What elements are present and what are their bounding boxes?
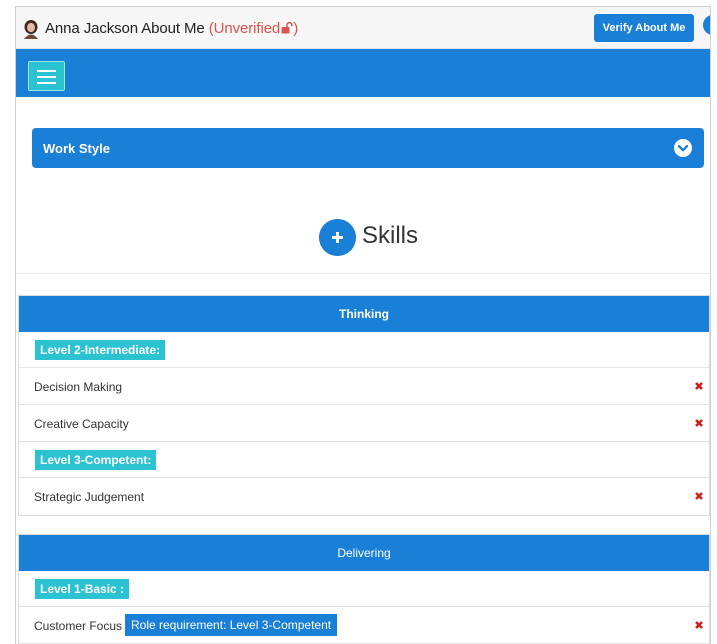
chevron-down-circle-icon[interactable] [674, 139, 692, 157]
verification-status: (Unverified) [208, 20, 299, 37]
skills-title: Skills [362, 222, 419, 249]
work-style-accordion[interactable]: Work Style [32, 128, 704, 168]
skill-row: Decision Making [19, 368, 709, 405]
skill-panel-thinking: Thinking Level 2-Intermediate: Decision … [18, 295, 710, 516]
hamburger-menu-icon[interactable] [28, 61, 65, 91]
level-group-row: Level 2-Intermediate: [19, 332, 709, 368]
level-badge: Level 2-Intermediate: [35, 340, 166, 360]
remove-x-icon[interactable] [693, 380, 705, 392]
remove-x-icon[interactable] [693, 619, 705, 631]
partial-circle-button[interactable] [703, 15, 710, 35]
nav-bar [16, 49, 710, 97]
panel-header: Delivering [19, 535, 709, 571]
level-group-row: Level 3-Competent: [19, 442, 709, 478]
app-frame: Anna Jackson About Me (Unverified) Verif… [15, 6, 711, 644]
profile-name-title: Anna Jackson About Me [45, 20, 205, 37]
plus-circle-icon[interactable] [319, 219, 356, 256]
page-title: Anna Jackson About Me (Unverified) [45, 20, 298, 37]
verify-about-me-button[interactable]: Verify About Me [594, 14, 694, 42]
skill-row: Creative Capacity [19, 405, 709, 442]
top-bar: Anna Jackson About Me (Unverified) Verif… [16, 7, 710, 49]
divider [16, 273, 710, 274]
skill-name: Decision Making [34, 380, 123, 394]
work-style-label: Work Style [43, 141, 110, 156]
level-group-row: Level 1-Basic : [19, 571, 709, 607]
skill-row: Customer Focus Role requirement: Level 3… [19, 607, 709, 644]
level-badge: Level 1-Basic : [35, 579, 130, 599]
skill-name: Strategic Judgement [34, 490, 145, 504]
level-badge: Level 3-Competent: [35, 450, 157, 470]
remove-x-icon[interactable] [693, 490, 705, 502]
remove-x-icon[interactable] [693, 417, 705, 429]
skill-name: Creative Capacity [34, 417, 129, 431]
skill-panel-delivering: Delivering Level 1-Basic : Customer Focu… [18, 534, 710, 644]
skill-name: Customer Focus [34, 619, 123, 633]
user-avatar-icon [24, 20, 38, 39]
panel-header: Thinking [19, 296, 709, 332]
skill-row: Strategic Judgement [19, 478, 709, 515]
role-requirement-badge: Role requirement: Level 3-Competent [125, 614, 338, 636]
unlocked-icon [281, 22, 293, 34]
